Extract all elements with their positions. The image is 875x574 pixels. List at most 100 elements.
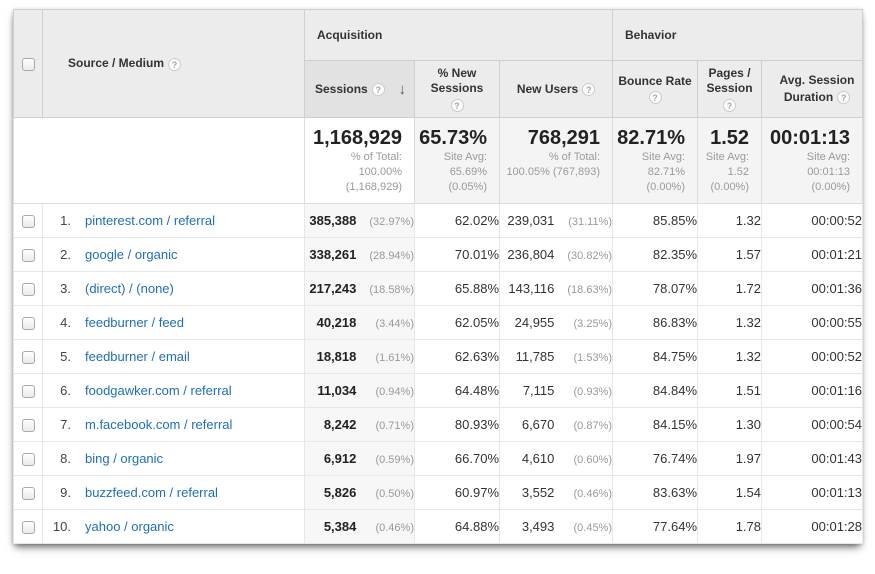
source-medium-link[interactable]: pinterest.com / referral	[85, 213, 215, 228]
column-header-pages-session[interactable]: Pages / Session ?	[698, 61, 762, 118]
sessions-percent: (18.58%)	[360, 284, 414, 296]
new-users-value: 3,552	[522, 485, 555, 500]
new-users-cell: 3,552 (0.46%)	[500, 475, 613, 509]
avg-session-duration-cell: 00:01:36	[762, 271, 863, 305]
row-checkbox[interactable]	[22, 317, 35, 330]
table-row: 1.pinterest.com / referral 385,388 (32.9…	[14, 203, 863, 237]
table-row: 8.bing / organic 6,912 (0.59%) 66.70% 4,…	[14, 441, 863, 475]
new-users-value: 236,804	[507, 247, 554, 262]
new-users-value: 11,785	[516, 349, 555, 364]
row-checkbox[interactable]	[22, 385, 35, 398]
sessions-value: 338,261	[309, 247, 356, 262]
help-icon[interactable]: ?	[582, 83, 595, 96]
new-users-value: 6,670	[522, 417, 555, 432]
summary-pages-session-subtext: Site Avg: 1.52 (0.00%)	[702, 150, 749, 195]
sessions-cell: 11,034 (0.94%)	[305, 373, 415, 407]
bounce-rate-cell: 84.15%	[613, 407, 698, 441]
help-icon[interactable]: ?	[372, 83, 385, 96]
help-icon[interactable]: ?	[837, 91, 850, 104]
source-medium-cell: 5.feedburner / email	[43, 339, 305, 373]
summary-sessions: 1,168,929 % of Total: 100.00% (1,168,929…	[305, 118, 415, 204]
sessions-value: 217,243	[309, 281, 356, 296]
column-header-sessions[interactable]: Sessions? ↓	[305, 61, 415, 118]
row-checkbox-cell	[14, 305, 43, 339]
behavior-label: Behavior	[625, 28, 676, 42]
bounce-rate-label: Bounce Rate	[618, 74, 691, 88]
row-checkbox[interactable]	[22, 215, 35, 228]
pct-new-sessions-cell: 80.93%	[415, 407, 500, 441]
column-header-new-users[interactable]: New Users?	[500, 61, 613, 118]
avg-session-duration-cell: 00:00:52	[762, 339, 863, 373]
summary-pages-session: 1.52 Site Avg: 1.52 (0.00%)	[698, 118, 762, 204]
sessions-percent: (0.59%)	[360, 454, 414, 466]
row-rank: 6.	[43, 383, 71, 398]
source-medium-link[interactable]: m.facebook.com / referral	[85, 417, 232, 432]
pages-session-cell: 1.72	[698, 271, 762, 305]
bounce-rate-cell: 84.84%	[613, 373, 698, 407]
source-medium-cell: 2.google / organic	[43, 237, 305, 271]
column-header-avg-session-duration[interactable]: Avg. Session Duration?	[762, 61, 863, 118]
table-row: 3.(direct) / (none) 217,243 (18.58%) 65.…	[14, 271, 863, 305]
row-checkbox[interactable]	[22, 419, 35, 432]
summary-sessions-subtext: % of Total: 100.00% (1,168,929)	[309, 150, 402, 195]
row-checkbox[interactable]	[22, 521, 35, 534]
summary-avg-session-duration: 00:01:13 Site Avg: 00:01:13 (0.00%)	[762, 118, 863, 204]
source-medium-link[interactable]: feedburner / email	[85, 349, 190, 364]
pages-session-cell: 1.78	[698, 509, 762, 543]
avg-session-duration-cell: 00:00:52	[762, 203, 863, 237]
source-medium-link[interactable]: foodgawker.com / referral	[85, 383, 232, 398]
column-header-source-medium[interactable]: Source / Medium?	[43, 10, 305, 118]
help-icon[interactable]: ?	[168, 58, 181, 71]
sessions-value: 11,034	[317, 383, 356, 398]
column-header-pct-new-sessions[interactable]: % New Sessions ?	[415, 61, 500, 118]
new-users-cell: 3,493 (0.45%)	[500, 509, 613, 543]
pages-session-cell: 1.54	[698, 475, 762, 509]
new-users-value: 143,116	[508, 281, 554, 296]
table-row: 9.buzzfeed.com / referral 5,826 (0.50%) …	[14, 475, 863, 509]
summary-bounce-rate: 82.71% Site Avg: 82.71% (0.00%)	[613, 118, 698, 204]
sessions-cell: 217,243 (18.58%)	[305, 271, 415, 305]
summary-new-users: 768,291 % of Total: 100.05% (767,893)	[500, 118, 613, 204]
new-users-label: New Users	[517, 82, 578, 96]
source-medium-link[interactable]: google / organic	[85, 247, 178, 262]
new-users-cell: 7,115 (0.93%)	[500, 373, 613, 407]
sessions-cell: 40,218 (3.44%)	[305, 305, 415, 339]
source-medium-link[interactable]: bing / organic	[85, 451, 163, 466]
row-checkbox-cell	[14, 373, 43, 407]
column-header-bounce-rate[interactable]: Bounce Rate ?	[613, 61, 698, 118]
avg-session-duration-cell: 00:01:21	[762, 237, 863, 271]
sessions-percent: (0.50%)	[360, 488, 414, 500]
row-checkbox[interactable]	[22, 453, 35, 466]
help-icon[interactable]: ?	[649, 91, 662, 104]
new-users-percent: (18.63%)	[558, 284, 612, 296]
new-users-percent: (31.11%)	[558, 216, 612, 228]
bounce-rate-cell: 83.63%	[613, 475, 698, 509]
row-checkbox[interactable]	[22, 487, 35, 500]
sessions-value: 385,388	[309, 213, 356, 228]
pct-new-sessions-cell: 70.01%	[415, 237, 500, 271]
new-users-cell: 143,116 (18.63%)	[500, 271, 613, 305]
pct-new-sessions-cell: 66.70%	[415, 441, 500, 475]
help-icon[interactable]: ?	[723, 99, 736, 112]
new-users-cell: 11,785 (1.53%)	[500, 339, 613, 373]
pages-session-cell: 1.51	[698, 373, 762, 407]
source-medium-link[interactable]: feedburner / feed	[85, 315, 184, 330]
row-checkbox[interactable]	[22, 249, 35, 262]
select-all-checkbox[interactable]	[22, 58, 35, 71]
pct-new-sessions-cell: 65.88%	[415, 271, 500, 305]
bounce-rate-cell: 82.35%	[613, 237, 698, 271]
row-checkbox[interactable]	[22, 351, 35, 364]
new-users-percent: (0.46%)	[558, 488, 612, 500]
row-checkbox[interactable]	[22, 283, 35, 296]
new-users-percent: (0.60%)	[558, 454, 612, 466]
summary-avg-session-duration-subtext: Site Avg: 00:01:13 (0.00%)	[766, 150, 850, 195]
help-icon[interactable]: ?	[451, 99, 464, 112]
source-medium-link[interactable]: buzzfeed.com / referral	[85, 485, 218, 500]
source-medium-link[interactable]: yahoo / organic	[85, 519, 174, 534]
new-users-percent: (3.25%)	[558, 318, 612, 330]
sessions-value: 5,384	[324, 519, 357, 534]
pages-session-label: Pages / Session	[707, 66, 753, 95]
source-medium-link[interactable]: (direct) / (none)	[85, 281, 174, 296]
avg-session-duration-cell: 00:00:54	[762, 407, 863, 441]
summary-pages-session-value: 1.52	[702, 127, 749, 149]
